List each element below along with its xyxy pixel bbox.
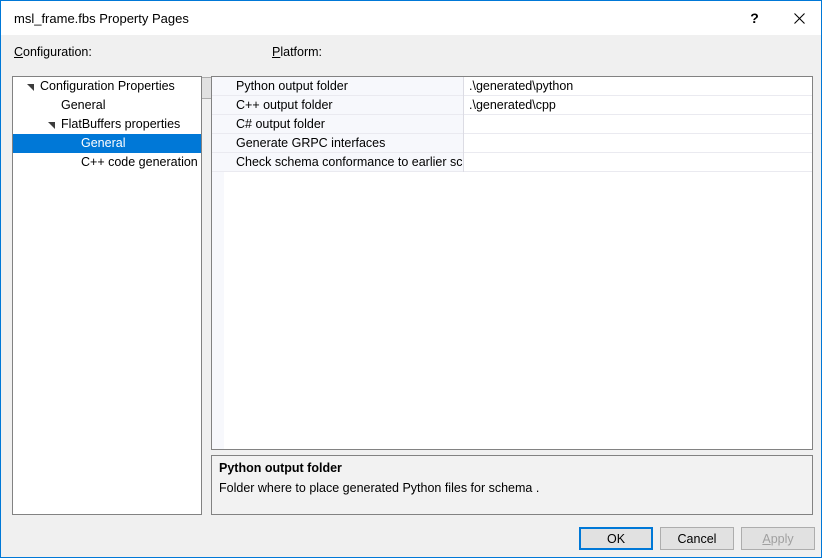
configuration-label-rest: onfiguration: (23, 45, 92, 59)
description-title: Python output folder (219, 461, 342, 475)
apply-rest: pply (770, 531, 794, 546)
tree-item-cpp-code-generation[interactable]: C++ code generation (13, 153, 201, 172)
platform-label: Platform: (272, 45, 322, 59)
property-value[interactable] (464, 134, 812, 153)
tree-item-configuration-properties[interactable]: Configuration Properties (13, 77, 201, 96)
description-pane: Python output folder Folder where to pla… (211, 455, 813, 515)
apply-mnemonic: A (762, 531, 771, 546)
property-grid-gutter (212, 172, 224, 449)
tree-item-general-flatbuffers[interactable]: General (13, 134, 201, 153)
tree-item-label: General (81, 136, 126, 150)
ok-button[interactable]: OK (579, 527, 653, 550)
tree-item-label: C++ code generation (81, 155, 198, 169)
property-value[interactable] (464, 115, 812, 134)
property-row-csharp-output-folder[interactable]: C# output folder (212, 115, 812, 134)
property-name: Generate GRPC interfaces (212, 134, 463, 153)
property-value[interactable] (464, 153, 812, 172)
help-question-icon[interactable]: ? (732, 1, 777, 35)
expander-expanded-icon[interactable] (48, 121, 56, 129)
property-pages-dialog: msl_frame.fbs Property Pages ? Configura… (0, 0, 822, 558)
property-value[interactable]: .\generated\python (464, 77, 812, 96)
tree-item-general-top[interactable]: General (13, 96, 201, 115)
configuration-label: Configuration: (14, 45, 92, 59)
window-title: msl_frame.fbs Property Pages (14, 11, 189, 26)
expander-expanded-icon[interactable] (27, 83, 35, 91)
configuration-bar: Configuration: Release Platform: Active(… (1, 35, 821, 100)
property-grid[interactable]: Python output folder .\generated\python … (211, 76, 813, 450)
close-icon[interactable] (777, 1, 822, 35)
tree-item-label: General (61, 98, 106, 112)
property-name: Python output folder (212, 77, 463, 96)
property-name: Check schema conformance to earlier sche… (212, 153, 463, 172)
property-row-python-output-folder[interactable]: Python output folder .\generated\python (212, 77, 812, 96)
platform-label-rest: latform: (280, 45, 323, 59)
property-name: C# output folder (212, 115, 463, 134)
apply-button: Apply (741, 527, 815, 550)
property-name: C++ output folder (212, 96, 463, 115)
tree-item-label: FlatBuffers properties (61, 117, 181, 131)
title-bar: msl_frame.fbs Property Pages ? (1, 0, 821, 35)
help-glyph: ? (750, 10, 759, 26)
property-row-cpp-output-folder[interactable]: C++ output folder .\generated\cpp (212, 96, 812, 115)
tree-item-label: Configuration Properties (40, 79, 175, 93)
cancel-button[interactable]: Cancel (660, 527, 734, 550)
property-row-generate-grpc-interfaces[interactable]: Generate GRPC interfaces (212, 134, 812, 153)
configuration-label-mnemonic: C (14, 45, 24, 59)
property-row-check-schema-conformance[interactable]: Check schema conformance to earlier sche… (212, 153, 812, 172)
configuration-tree[interactable]: Configuration Properties General FlatBuf… (12, 76, 202, 515)
tree-item-flatbuffers-properties[interactable]: FlatBuffers properties (13, 115, 201, 134)
property-value[interactable]: .\generated\cpp (464, 96, 812, 115)
description-text: Folder where to place generated Python f… (219, 481, 540, 495)
